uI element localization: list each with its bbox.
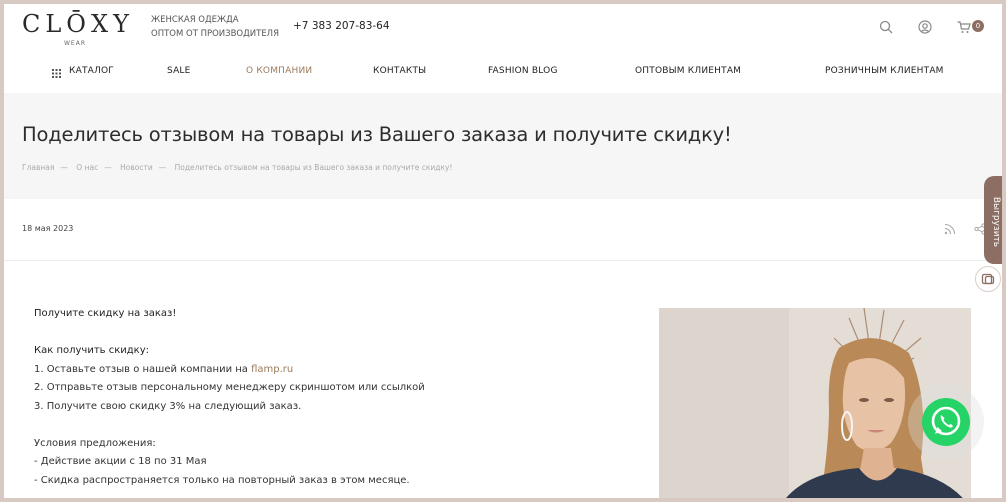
tagline-line2: ОПТОМ ОТ ПРОИЗВОДИТЕЛЯ [151,29,279,39]
nav-item-sale[interactable]: SALE [167,66,191,76]
phone-link[interactable]: +7 383 207-83-64 [293,20,390,32]
step-3: 3. Получите свою скидку 3% на следующий … [34,400,302,412]
catalog-grid-icon [52,69,61,78]
conditions-title: Условия предложения: [34,437,156,449]
condition-1: - Действие акции с 18 по 31 Мая [34,456,207,467]
exchange-icon [981,273,995,285]
tagline-line1: ЖЕНСКАЯ ОДЕЖДА [151,15,239,25]
breadcrumb-separator: — [158,163,167,172]
logo-text: CLŌXY [22,10,134,38]
whatsapp-icon [931,406,961,436]
logo[interactable]: CLŌXY WEAR [22,10,132,50]
cart-count-badge: 0 [972,20,984,32]
tagline: ЖЕНСКАЯ ОДЕЖДА ОПТОМ ОТ ПРОИЗВОДИТЕЛЯ [151,13,291,41]
flamp-link[interactable]: flamp.ru [251,364,293,375]
nav-item-contacts[interactable]: КОНТАКТЫ [373,66,426,76]
rss-icon[interactable] [944,223,956,235]
page-title: Поделитесь отзывом на товары из Вашего з… [22,123,732,146]
breadcrumb-separator: — [104,163,112,172]
nav-item-wholesale[interactable]: ОПТОВЫМ КЛИЕНТАМ [635,66,741,76]
header: CLŌXY WEAR ЖЕНСКАЯ ОДЕЖДА ОПТОМ ОТ ПРОИЗ… [4,4,1002,54]
nav-item-retail[interactable]: РОЗНИЧНЫМ КЛИЕНТАМ [825,66,944,76]
page-frame: CLŌXY WEAR ЖЕНСКАЯ ОДЕЖДА ОПТОМ ОТ ПРОИЗ… [4,4,1002,498]
search-icon[interactable] [878,19,894,35]
nav-item-about[interactable]: О КОМПАНИИ [246,66,312,76]
breadcrumb-news[interactable]: Новости [120,163,153,172]
step-2: 2. Отправьте отзыв персональному менедже… [34,382,425,393]
breadcrumb-about[interactable]: О нас [76,163,98,172]
export-tab-label: Выгрузить [991,196,1001,248]
article-heading: Получите скидку на заказ! [34,308,177,319]
breadcrumb-home[interactable]: Главная [22,163,54,172]
whatsapp-button[interactable] [922,398,970,446]
breadcrumb-current: Поделитесь отзывом на товары из Вашего з… [174,163,453,172]
logo-subtext: WEAR [64,40,86,47]
step-1: 1. Оставьте отзыв о нашей компании на fl… [34,361,634,380]
how-title: Как получить скидку: [34,345,149,356]
condition-2: - Скидка распространяется только на повт… [34,474,410,486]
breadcrumb-separator: — [60,163,68,172]
nav-item-fashion-blog[interactable]: FASHION BLOG [488,66,558,76]
nav-item-catalog[interactable]: КАТАЛОГ [69,66,114,76]
title-band: Поделитесь отзывом на товары из Вашего з… [4,93,1002,199]
main-nav: КАТАЛОГ SALE О КОМПАНИИ КОНТАКТЫ FASHION… [4,60,1002,86]
article-content: Получите скидку на заказ! Как получить с… [34,305,634,490]
user-icon[interactable] [917,19,933,35]
cart-icon[interactable] [956,19,972,35]
side-action-button[interactable] [975,266,1001,292]
post-date: 18 мая 2023 [22,224,74,233]
breadcrumb: Главная — О нас — Новости — Поделитесь отзы… [22,163,456,172]
date-bar: 18 мая 2023 [4,199,1002,261]
step-1-text: 1. Оставьте отзыв о нашей компании на [34,363,252,375]
